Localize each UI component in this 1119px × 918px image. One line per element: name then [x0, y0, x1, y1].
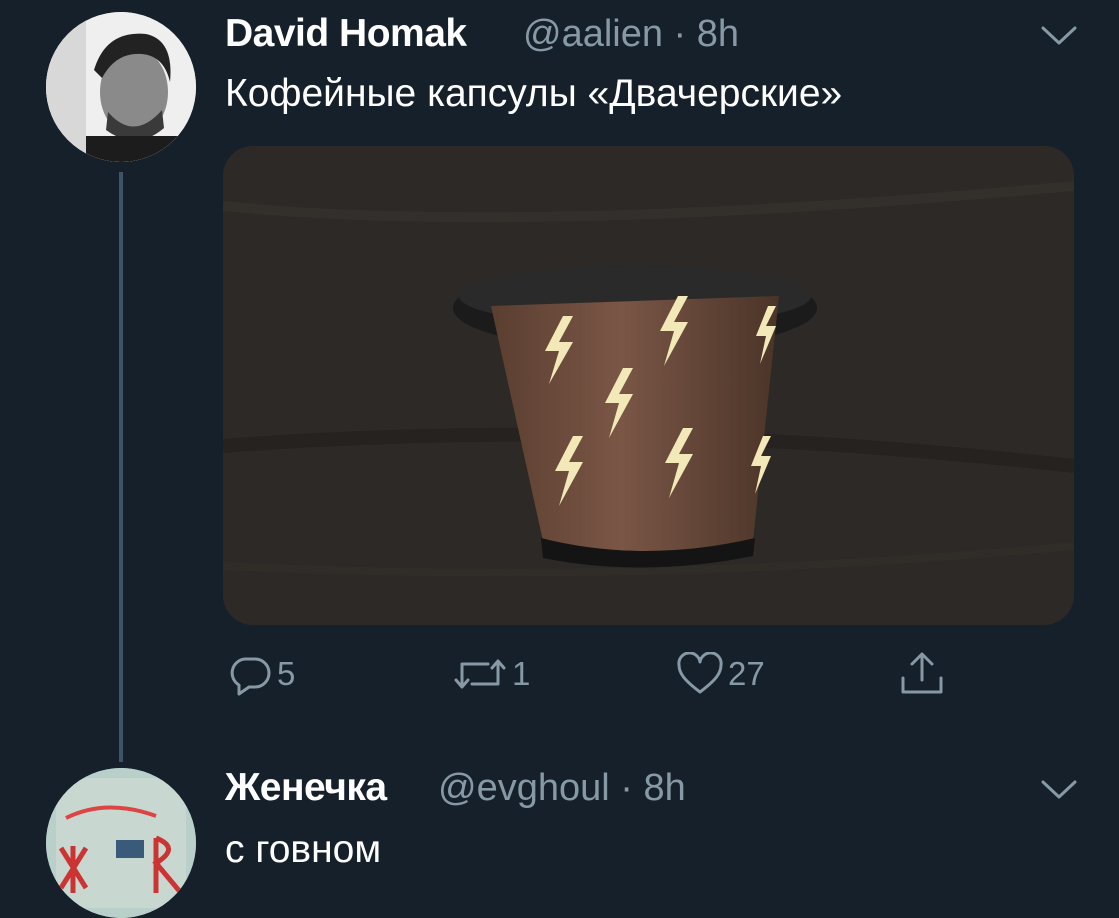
avatar[interactable] — [46, 768, 196, 918]
thread-line — [119, 172, 123, 762]
reply-icon — [230, 657, 271, 696]
like-button[interactable]: 27 — [676, 648, 765, 700]
author-name[interactable]: Женечка — [225, 766, 387, 810]
chevron-down-icon[interactable] — [1041, 780, 1077, 800]
tweet-text: с говном — [225, 828, 382, 871]
tweet-text: Кофейные капсулы «Двачерские» — [225, 72, 843, 115]
retweet-count: 1 — [512, 655, 531, 692]
reply-count: 5 — [277, 655, 296, 692]
avatar-photo — [46, 12, 196, 162]
author-name[interactable]: David Homak — [225, 12, 467, 56]
avatar-photo — [46, 768, 196, 918]
retweet-button[interactable]: 1 — [452, 648, 530, 700]
retweet-icon — [454, 659, 506, 689]
author-handle-time: @aalien · 8h — [523, 13, 740, 55]
avatar[interactable] — [46, 12, 196, 162]
author-handle-time: @evghoul · 8h — [438, 767, 686, 809]
chevron-down-icon[interactable] — [1041, 26, 1077, 46]
like-icon — [677, 652, 723, 694]
reply-button[interactable]: 5 — [227, 648, 295, 700]
tweet-image[interactable] — [223, 146, 1074, 625]
share-button[interactable] — [898, 648, 946, 700]
share-icon — [901, 652, 943, 694]
coffee-capsule-photo — [223, 146, 1074, 625]
like-count: 27 — [728, 655, 765, 692]
